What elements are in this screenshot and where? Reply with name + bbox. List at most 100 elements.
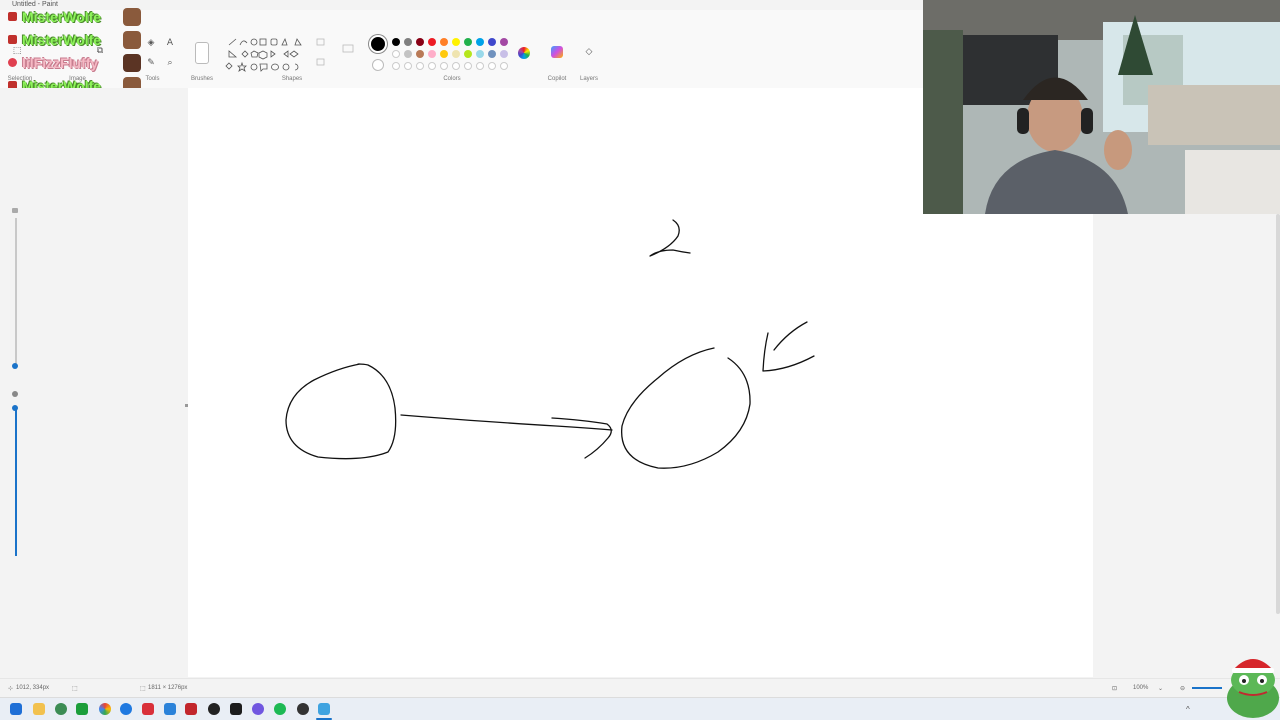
- webcam-feed: [923, 0, 1280, 214]
- cursor-position: 1012, 334px: [16, 685, 50, 691]
- right-gutter: [1093, 214, 1280, 678]
- size-marker-icon: [12, 208, 18, 213]
- custom-color-swatch[interactable]: [464, 62, 472, 70]
- layers-label: Layers: [579, 76, 598, 82]
- color-swatch[interactable]: [392, 38, 400, 46]
- color-swatch[interactable]: [440, 38, 448, 46]
- color-swatch[interactable]: [464, 50, 472, 58]
- custom-color-swatch[interactable]: [452, 62, 460, 70]
- color-swatch[interactable]: [452, 38, 460, 46]
- color-swatch[interactable]: [416, 38, 424, 46]
- obs-icon[interactable]: [208, 703, 220, 715]
- active-color-swatch[interactable]: [371, 37, 385, 51]
- checkmark-tail-stroke: [773, 321, 808, 351]
- zoom-level[interactable]: 100%: [1133, 685, 1148, 691]
- chat-username: MisterWolfe: [22, 9, 102, 25]
- color-swatch[interactable]: [416, 50, 424, 58]
- webcam-image: [923, 0, 1280, 214]
- zoom-out-icon[interactable]: ⊖: [1180, 685, 1185, 692]
- canvas-size-icon: ⬚: [140, 686, 146, 692]
- color-swatch[interactable]: [500, 50, 508, 58]
- settings-icon[interactable]: [164, 703, 176, 715]
- color-swatch[interactable]: [452, 50, 460, 58]
- paint-icon[interactable]: [318, 703, 330, 715]
- canvas-resize-handle-left[interactable]: [185, 404, 188, 407]
- size-slider-track[interactable]: [15, 218, 17, 366]
- custom-color-swatch[interactable]: [440, 62, 448, 70]
- magnifier-icon[interactable]: ⌕: [165, 58, 175, 68]
- color-swatch[interactable]: [500, 38, 508, 46]
- edge-icon[interactable]: [120, 703, 132, 715]
- layers-icon[interactable]: ◇: [584, 47, 594, 57]
- chat-message: MisterWolfe: [4, 8, 154, 31]
- color-swatch[interactable]: [464, 38, 472, 46]
- status-bar: ⊹ 1012, 334px ⬚ ⬚ 1811 × 1276px ⊡ 100% ⌄…: [0, 678, 1280, 696]
- custom-color-swatch[interactable]: [488, 62, 496, 70]
- sub-badge-icon: [8, 35, 17, 44]
- right-circle-stroke: [621, 347, 751, 469]
- custom-color-swatch[interactable]: [500, 62, 508, 70]
- zoom-dropdown-icon[interactable]: ⌄: [1158, 685, 1163, 692]
- color-swatch[interactable]: [392, 50, 400, 58]
- layers-group: ◇ Layers: [575, 10, 603, 88]
- chat-message: MisterWolfe: [4, 31, 154, 54]
- color-swatch[interactable]: [440, 50, 448, 58]
- color-swatch[interactable]: [404, 50, 412, 58]
- xbox-icon[interactable]: [297, 703, 309, 715]
- colors-label: Colors: [443, 76, 461, 82]
- bear-emote-icon: [123, 54, 141, 72]
- custom-color-swatch[interactable]: [428, 62, 436, 70]
- cursor-icon: ⊹: [8, 686, 14, 692]
- shapes-group: Shapes: [225, 10, 359, 88]
- edit-colors-icon[interactable]: [518, 47, 530, 59]
- copilot-group: Copilot: [542, 10, 572, 88]
- color-swatch[interactable]: [476, 38, 484, 46]
- custom-color-swatch[interactable]: [476, 62, 484, 70]
- shapes-gallery[interactable]: [225, 37, 359, 77]
- canvas-size: 1811 × 1276px: [148, 685, 188, 691]
- file-explorer-icon[interactable]: [33, 703, 45, 715]
- shapes-label: Shapes: [281, 76, 303, 82]
- copilot-icon[interactable]: [551, 46, 563, 58]
- chat-username: lilFizzFluffy: [22, 55, 99, 71]
- color-swatch[interactable]: [488, 38, 496, 46]
- dog-emote-icon: [123, 31, 141, 49]
- opacity-slider-track[interactable]: [15, 406, 17, 556]
- checkmark-stroke: [762, 332, 815, 372]
- left-circle-stroke: [285, 363, 397, 460]
- vertical-scrollbar[interactable]: [1276, 214, 1280, 614]
- window-title: Untitled - Paint: [12, 1, 58, 8]
- spotify-icon[interactable]: [274, 703, 286, 715]
- chat-username: MisterWolfe: [22, 32, 102, 48]
- opacity-slider-thumb[interactable]: [12, 405, 18, 411]
- color-swatch[interactable]: [404, 38, 412, 46]
- system-tray-chevron-icon[interactable]: ^: [1186, 705, 1190, 714]
- color-swatch[interactable]: [476, 50, 484, 58]
- color-swatch[interactable]: [428, 38, 436, 46]
- brave-icon[interactable]: [185, 703, 197, 715]
- custom-color-swatch[interactable]: [416, 62, 424, 70]
- color-swatch[interactable]: [488, 50, 496, 58]
- handwritten-2-stroke: [649, 219, 691, 257]
- size-slider-thumb[interactable]: [12, 363, 18, 369]
- store-icon[interactable]: [142, 703, 154, 715]
- custom-color-swatch[interactable]: [404, 62, 412, 70]
- fit-to-window-icon[interactable]: ⊡: [1112, 685, 1117, 692]
- zoom-slider[interactable]: [1192, 687, 1222, 689]
- terminal-icon[interactable]: [230, 703, 242, 715]
- heart-badge-icon: [8, 58, 17, 67]
- copilot-label: Copilot: [547, 76, 567, 82]
- secondary-color-swatch[interactable]: [372, 59, 384, 71]
- dog-emote-icon: [123, 8, 141, 26]
- start-icon[interactable]: [10, 703, 22, 715]
- color-swatch[interactable]: [428, 50, 436, 58]
- text-icon[interactable]: A: [165, 38, 175, 48]
- chat-message: lilFizzFluffy: [4, 54, 154, 77]
- chrome-icon[interactable]: [99, 703, 111, 715]
- discord-icon[interactable]: [252, 703, 264, 715]
- frog-santa-overlay-icon: [1227, 659, 1279, 718]
- spreadsheet-icon[interactable]: [76, 703, 88, 715]
- custom-color-swatch[interactable]: [392, 62, 400, 70]
- brush-icon[interactable]: [195, 42, 209, 64]
- app-icon[interactable]: [55, 703, 67, 715]
